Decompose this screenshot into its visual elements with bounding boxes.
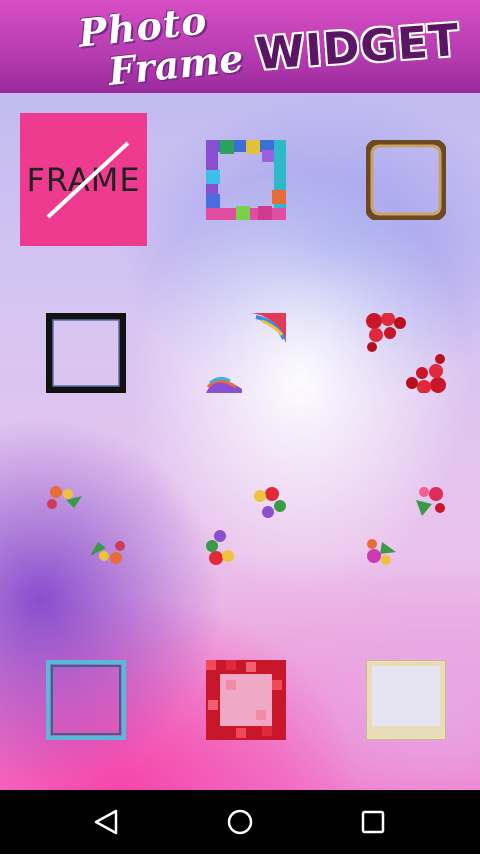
frame-option-black[interactable] bbox=[45, 312, 127, 394]
hearts-corners-icon bbox=[366, 312, 446, 394]
colorful-frame-icon bbox=[206, 140, 286, 220]
frame-option-polaroid[interactable] bbox=[365, 659, 447, 741]
frame-option-blue-border[interactable] bbox=[46, 660, 126, 740]
bouquet-corners-icon bbox=[367, 487, 445, 565]
red-pixel-frame-icon bbox=[206, 660, 286, 740]
rainbow-corners-icon bbox=[206, 313, 286, 393]
frame-option-red-pixels[interactable] bbox=[206, 660, 286, 740]
frame-option-flowers[interactable] bbox=[46, 486, 126, 566]
blue-frame-icon bbox=[46, 660, 126, 740]
frame-option-no-frame[interactable]: FRAME bbox=[20, 113, 147, 246]
frame-option-balloons[interactable] bbox=[206, 486, 286, 566]
bronze-frame-icon bbox=[365, 139, 447, 221]
polaroid-frame-icon bbox=[365, 659, 447, 741]
home-button[interactable] bbox=[200, 790, 280, 854]
strike-icon bbox=[46, 141, 130, 219]
back-icon bbox=[94, 809, 118, 835]
system-navigation-bar bbox=[0, 790, 480, 854]
flower-corners-icon bbox=[47, 486, 125, 564]
black-frame-icon bbox=[45, 312, 127, 394]
frame-option-hearts[interactable] bbox=[366, 312, 446, 394]
back-button[interactable] bbox=[66, 790, 146, 854]
app-header: Photo Frame WIDGET bbox=[0, 0, 480, 94]
frame-option-rainbow-corners[interactable] bbox=[206, 313, 286, 393]
recents-button[interactable] bbox=[333, 790, 413, 854]
balloon-corners-icon bbox=[206, 487, 286, 565]
frame-option-bouquet[interactable] bbox=[366, 486, 446, 566]
frame-option-bronze[interactable] bbox=[365, 139, 447, 221]
frame-option-colorful-blocks[interactable] bbox=[206, 140, 286, 220]
home-icon bbox=[227, 809, 253, 835]
title-widget: WIDGET bbox=[254, 14, 462, 81]
recents-icon bbox=[361, 810, 385, 834]
